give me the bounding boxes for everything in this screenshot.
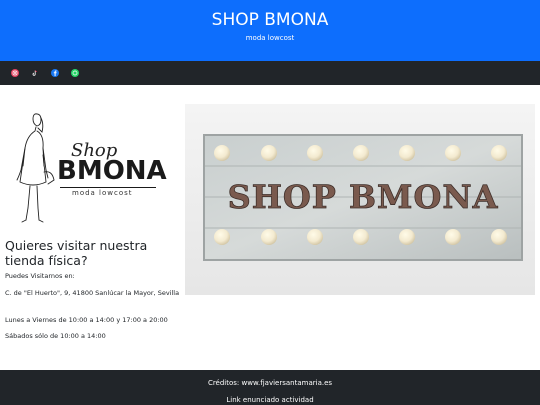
facebook-icon[interactable] (51, 69, 59, 77)
site-title: SHOP BMONA (211, 10, 329, 30)
store-visit-heading: Quieres visitar nuestra tienda física? (5, 238, 148, 268)
logo-divider (60, 187, 156, 188)
store-hours-weekday: Lunes a Viernes de 10:00 a 14:00 y 17:00… (5, 316, 168, 324)
logo-tagline: moda lowcost (72, 189, 133, 197)
tiktok-icon[interactable] (31, 69, 39, 77)
logo-brand-word: BMONA (57, 156, 167, 186)
sign-photo-illustration: SHOP BMONA (185, 104, 535, 295)
instagram-icon[interactable] (11, 69, 19, 77)
store-intro: Puedes Visitarnos en: (5, 272, 75, 280)
site-header: SHOP BMONA moda lowcost (0, 0, 540, 61)
social-bar (0, 61, 540, 85)
store-address: C. de "El Huerto", 9, 41800 Sanlúcar la … (5, 289, 180, 297)
store-hours-saturday: Sábados sólo de 10:00 a 14:00 (5, 332, 106, 340)
footer-activity-link[interactable]: Link enunciado actividad (0, 396, 540, 405)
site-subtitle: moda lowcost (245, 34, 295, 42)
whatsapp-icon[interactable] (71, 69, 79, 77)
fashion-figure-illustration (16, 113, 55, 223)
footer-credits[interactable]: Créditos: www.fjaviersantamaria.es (0, 379, 540, 388)
site-footer: Créditos: www.fjaviersantamaria.es Link … (0, 370, 540, 405)
store-sign-photo: SHOP BMONA (185, 104, 535, 295)
sign-lettering: SHOP BMONA (228, 178, 499, 216)
brand-logo: Shop BMONA moda lowcost (8, 110, 167, 225)
